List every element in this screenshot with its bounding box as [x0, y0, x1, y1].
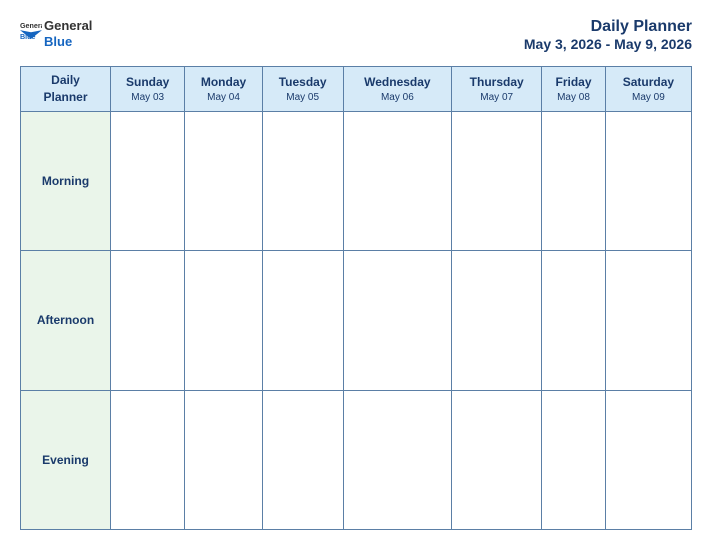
evening-monday-cell[interactable]: [185, 390, 262, 529]
header-friday: Friday May 08: [542, 67, 606, 112]
afternoon-saturday-cell[interactable]: [605, 251, 691, 390]
header-row: Daily Planner Sunday May 03 Monday May 0…: [21, 67, 692, 112]
evening-friday-cell[interactable]: [542, 390, 606, 529]
planner-table: Daily Planner Sunday May 03 Monday May 0…: [20, 66, 692, 530]
header-tuesday: Tuesday May 05: [262, 67, 343, 112]
svg-text:Blue: Blue: [20, 33, 36, 40]
thursday-date: May 07: [480, 92, 513, 103]
tuesday-date: May 05: [286, 92, 319, 103]
saturday-label: Saturday: [609, 75, 688, 89]
evening-tuesday-cell[interactable]: [262, 390, 343, 529]
evening-sunday-cell[interactable]: [111, 390, 185, 529]
wednesday-date: May 06: [381, 92, 414, 103]
logo-area: General Blue General Blue: [20, 18, 92, 49]
friday-date: May 08: [557, 92, 590, 103]
evening-wednesday-cell[interactable]: [343, 390, 452, 529]
morning-thursday-cell[interactable]: [452, 111, 542, 250]
afternoon-tuesday-cell[interactable]: [262, 251, 343, 390]
afternoon-label: Afternoon: [21, 251, 111, 390]
generalblue-logo-icon: General Blue: [20, 18, 42, 40]
logo-general: General: [44, 18, 92, 34]
morning-sunday-cell[interactable]: [111, 111, 185, 250]
page-header: General Blue General Blue Daily Planner …: [20, 18, 692, 52]
friday-label: Friday: [545, 75, 602, 89]
saturday-date: May 09: [632, 92, 665, 103]
evening-label: Evening: [21, 390, 111, 529]
afternoon-friday-cell[interactable]: [542, 251, 606, 390]
afternoon-sunday-cell[interactable]: [111, 251, 185, 390]
planner-title: Daily Planner: [524, 18, 692, 36]
header-daily: Daily: [24, 72, 107, 89]
header-daily-planner: Daily Planner: [21, 67, 111, 112]
svg-text:General: General: [20, 22, 42, 30]
header-wednesday: Wednesday May 06: [343, 67, 452, 112]
morning-row: Morning: [21, 111, 692, 250]
sunday-label: Sunday: [114, 75, 181, 89]
sunday-date: May 03: [131, 92, 164, 103]
header-sunday: Sunday May 03: [111, 67, 185, 112]
logo-blue: Blue: [44, 34, 92, 50]
monday-label: Monday: [188, 75, 258, 89]
header-thursday: Thursday May 07: [452, 67, 542, 112]
afternoon-thursday-cell[interactable]: [452, 251, 542, 390]
header-monday: Monday May 04: [185, 67, 262, 112]
morning-friday-cell[interactable]: [542, 111, 606, 250]
evening-saturday-cell[interactable]: [605, 390, 691, 529]
afternoon-monday-cell[interactable]: [185, 251, 262, 390]
monday-date: May 04: [207, 92, 240, 103]
wednesday-label: Wednesday: [347, 75, 449, 89]
morning-saturday-cell[interactable]: [605, 111, 691, 250]
afternoon-wednesday-cell[interactable]: [343, 251, 452, 390]
morning-label: Morning: [21, 111, 111, 250]
header-planner: Planner: [24, 89, 107, 106]
afternoon-row: Afternoon: [21, 251, 692, 390]
header-saturday: Saturday May 09: [605, 67, 691, 112]
planner-date-range: May 3, 2026 - May 9, 2026: [524, 36, 692, 52]
morning-wednesday-cell[interactable]: [343, 111, 452, 250]
thursday-label: Thursday: [455, 75, 538, 89]
evening-row: Evening: [21, 390, 692, 529]
morning-tuesday-cell[interactable]: [262, 111, 343, 250]
title-area: Daily Planner May 3, 2026 - May 9, 2026: [524, 18, 692, 52]
evening-thursday-cell[interactable]: [452, 390, 542, 529]
morning-monday-cell[interactable]: [185, 111, 262, 250]
tuesday-label: Tuesday: [266, 75, 340, 89]
